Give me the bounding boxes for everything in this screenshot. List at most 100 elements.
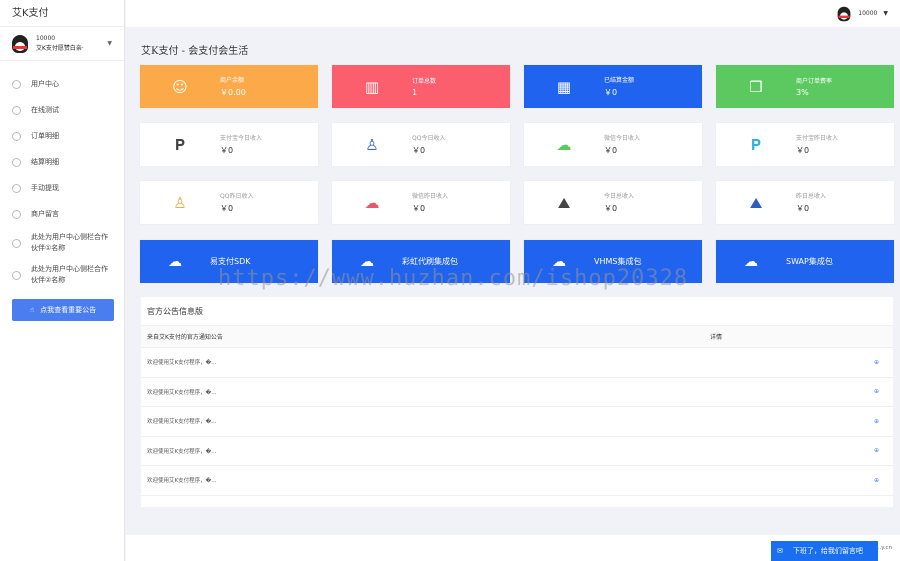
bar-chart-icon: ▥ <box>364 77 380 96</box>
sdk-label: SWAP集成包 <box>786 257 833 266</box>
stat-label: 订单总数 <box>412 78 437 85</box>
sidebar-item-user-center[interactable]: 用户中心 <box>0 71 124 97</box>
stat-value: ￥0 <box>412 146 426 155</box>
user-menu[interactable]: 10000 艾K支付愿赞白亲· ▼ <box>0 27 124 61</box>
table-row: 欢迎使用艾K支付程序，�... ⊕ <box>141 348 893 378</box>
bar-chart-icon <box>12 131 21 141</box>
sdk-download-card[interactable]: ☁ 易支付SDK <box>140 240 318 283</box>
sidebar-item-partner-2[interactable]: 此处为用户中心侧栏合作伙伴②名称 <box>0 259 124 291</box>
table-row: 欢迎使用艾K支付程序，�... ⊕ <box>141 407 893 437</box>
calculator-icon <box>12 157 21 167</box>
detail-icon[interactable]: ⊕ <box>874 447 879 454</box>
sdk-label: VHMS集成包 <box>594 257 642 266</box>
page-title: 艾K支付 - 会支付会生活 <box>141 46 249 57</box>
stat-card: ❒ 商户订单费率 3% <box>716 65 894 108</box>
stat-value: ￥0 <box>220 204 234 213</box>
mortarboard-icon <box>12 183 21 193</box>
stat-card: ☁ 微信昨日收入 ￥0 <box>332 181 510 224</box>
table-row: 欢迎使用艾K支付程序，�... ⊕ <box>141 466 893 496</box>
user-id: 10000 <box>36 34 56 42</box>
table-row: 欢迎使用艾K支付程序，�... ⊕ <box>141 437 893 466</box>
hand-pointer-icon: ☝ <box>29 306 35 314</box>
cloud-icon: ☁ <box>168 253 182 270</box>
paypal-icon: 𝐏 <box>174 135 186 154</box>
avatar[interactable] <box>837 6 851 21</box>
area-chart-icon: ⛰ <box>557 193 571 212</box>
sidebar-item-label: 在线测试 <box>31 106 59 114</box>
qq-icon: ♙ <box>365 135 379 154</box>
sidebar-item-messages[interactable]: 商户留言 <box>0 201 124 227</box>
link-icon <box>12 270 21 280</box>
calculator-icon: ▦ <box>556 77 572 96</box>
sidebar-item-partner-1[interactable]: 此处为用户中心侧栏合作伙伴①名称 <box>0 227 124 259</box>
sidebar: 艾K支付 10000 艾K支付愿赞白亲· ▼ 用户中心 在线测试 订单明细 结算明… <box>0 0 125 561</box>
announcement-link[interactable]: 欢迎使用艾K支付程序，�... <box>147 447 217 455</box>
announcement-panel: 官方公告信息版 来自艾K支付的官方通知公告 详情 欢迎使用艾K支付程序，�... ⊕… <box>141 297 893 507</box>
stat-card: ☁ 微信今日收入 ￥0 <box>524 123 702 166</box>
cloud-icon: ☁ <box>552 253 566 270</box>
table-header: 来自艾K支付的官方通知公告 详情 <box>141 326 893 348</box>
announcement-link[interactable]: 欢迎使用艾K支付程序，�... <box>147 388 217 396</box>
detail-icon[interactable]: ⊕ <box>874 359 879 366</box>
announcement-link[interactable]: 欢迎使用艾K支付程序，�... <box>147 417 217 425</box>
stat-label: 商户余额 <box>220 77 245 84</box>
wechat-icon: ☁ <box>364 193 380 212</box>
sidebar-item-settlements[interactable]: 结算明细 <box>0 149 124 175</box>
stat-card: ♙ QQ昨日收入 ￥0 <box>140 181 318 224</box>
table-row: 欢迎使用艾K支付程序，�... ⊕ <box>141 378 893 407</box>
paypal-icon: 𝐏 <box>750 135 762 154</box>
detail-icon[interactable]: ⊕ <box>874 477 879 484</box>
stat-card: ▥ 订单总数 1 <box>332 65 510 108</box>
stat-value: ￥0 <box>412 204 426 213</box>
sidebar-item-label: 用户中心 <box>31 80 59 88</box>
column-header: 详情 <box>710 334 723 341</box>
qq-icon: ♙ <box>173 193 187 212</box>
area-chart-icon: ⛰ <box>749 193 763 212</box>
sidebar-item-label: 商户留言 <box>31 210 59 218</box>
stat-label: QQ今日收入 <box>412 135 446 142</box>
stat-value: ￥0 <box>604 204 618 213</box>
sdk-download-card[interactable]: ☁ VHMS集成包 <box>524 240 702 283</box>
wechat-icon: ☁ <box>556 135 572 154</box>
sidebar-item-label: 订单明细 <box>31 132 59 140</box>
stat-card: ♙ QQ今日收入 ￥0 <box>332 123 510 166</box>
sidebar-item-label: 手动提现 <box>31 184 59 192</box>
user-name: 艾K支付愿赞白亲· <box>36 44 84 52</box>
sdk-download-card[interactable]: ☁ SWAP集成包 <box>716 240 894 283</box>
link-icon <box>12 238 21 248</box>
stat-card: ☺ 商户余额 ￥0.00 <box>140 65 318 108</box>
view-notice-button[interactable]: ☝ 点我查看重要公告 <box>12 299 114 321</box>
topbar: 10000 ▼ <box>126 0 900 27</box>
stat-value: ￥0.00 <box>220 88 246 97</box>
stat-label: 今日总收入 <box>604 193 635 200</box>
sidebar-item-label: 结算明细 <box>31 158 59 166</box>
announcement-link[interactable]: 欢迎使用艾K支付程序，�... <box>147 358 217 366</box>
sidebar-item-withdraw[interactable]: 手动提现 <box>0 175 124 201</box>
announcement-link[interactable]: 欢迎使用艾K支付程序，�... <box>147 476 217 484</box>
sdk-label: 易支付SDK <box>210 257 251 266</box>
top-user-id[interactable]: 10000 <box>858 10 877 17</box>
button-label: 下班了，给我们留言吧 <box>792 547 863 555</box>
stat-label: 支付宝昨日收入 <box>796 135 839 142</box>
stat-label: 支付宝今日收入 <box>220 135 263 142</box>
stat-value: ￥0 <box>604 146 618 155</box>
detail-icon[interactable]: ⊕ <box>874 418 879 425</box>
sdk-label: 彩虹代刷集成包 <box>402 257 458 266</box>
panel-title: 官方公告信息版 <box>141 297 893 326</box>
stat-label: 昨日总收入 <box>796 193 827 200</box>
brand-logo[interactable]: 艾K支付 <box>0 0 124 27</box>
detail-icon[interactable]: ⊕ <box>874 388 879 395</box>
stat-value: 3% <box>796 88 809 97</box>
leave-message-button[interactable]: ✉ 下班了，给我们留言吧 <box>771 541 878 561</box>
sidebar-item-online-test[interactable]: 在线测试 <box>0 97 124 123</box>
stat-card: ▦ 已结算金额 ￥0 <box>524 65 702 108</box>
stat-label: 微信昨日收入 <box>412 193 449 200</box>
stat-value: 1 <box>412 88 418 97</box>
stat-card: 𝐏 支付宝今日收入 ￥0 <box>140 123 318 166</box>
chevron-down-icon[interactable]: ▼ <box>883 10 888 17</box>
stat-card: ⛰ 昨日总收入 ￥0 <box>716 181 894 224</box>
sdk-download-card[interactable]: ☁ 彩虹代刷集成包 <box>332 240 510 283</box>
cloud-icon: ☁ <box>744 253 758 270</box>
sidebar-item-orders[interactable]: 订单明细 <box>0 123 124 149</box>
stat-label: QQ昨日收入 <box>220 193 254 200</box>
